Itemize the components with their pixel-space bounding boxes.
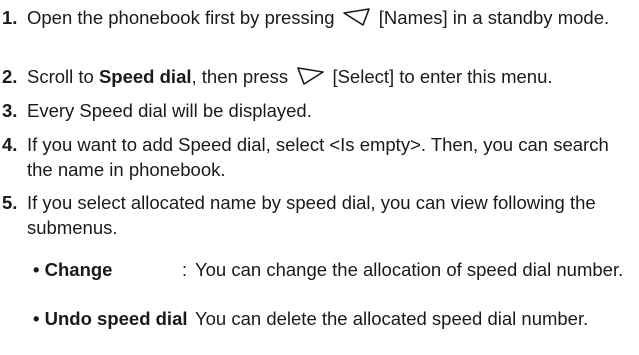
submenu-colon: : — [182, 259, 188, 280]
submenu-item-undo-speed-dial: • Undo speed dial : You can delete the a… — [33, 306, 633, 331]
step-text-part: [Select] to enter this menu. — [332, 66, 553, 87]
step-number: 4. — [2, 134, 18, 155]
submenu-term-label: Undo speed dial — [44, 308, 188, 329]
right-softkey-icon — [295, 66, 325, 86]
step-text-part: , then press — [191, 66, 289, 87]
bullet: • — [33, 259, 40, 280]
step-number: 5. — [2, 192, 18, 213]
step-1: 1. Open the phonebook first by pressing … — [0, 5, 630, 30]
step-number: 1. — [2, 7, 18, 28]
step-number: 2. — [2, 66, 18, 87]
step-text: Open the phonebook first by pressing [Na… — [27, 5, 630, 30]
step-number: 3. — [2, 100, 18, 121]
left-softkey-icon — [342, 7, 372, 27]
step-4: 4. If you want to add Speed dial, select… — [0, 132, 630, 182]
step-text-part: Scroll to — [27, 66, 94, 87]
submenu-item-change: • Change : You can change the allocation… — [33, 257, 633, 282]
submenu-description: You can delete the allocated speed dial … — [195, 308, 589, 329]
submenu-term-label: Change — [44, 259, 113, 280]
submenu-term: • Change — [33, 257, 112, 282]
step-text-part: [Names] in a standby mode. — [378, 7, 610, 28]
step-text: Every Speed dial will be displayed. — [27, 100, 312, 121]
submenu-term: • Undo speed dial — [33, 306, 188, 331]
step-text: If you select allocated name by speed di… — [27, 192, 596, 238]
submenu-colon: : — [182, 308, 188, 329]
bullet: • — [33, 308, 40, 329]
manual-page: 1. Open the phonebook first by pressing … — [0, 0, 639, 355]
submenu-description: You can change the allocation of speed d… — [195, 259, 624, 280]
step-3: 3. Every Speed dial will be displayed. — [0, 98, 630, 123]
step-text-part: Open the phonebook first by pressing — [27, 7, 335, 28]
step-5: 5. If you select allocated name by speed… — [0, 190, 630, 240]
step-2: 2. Scroll to Speed dial, then press [Sel… — [0, 64, 630, 89]
step-text: If you want to add Speed dial, select <I… — [27, 134, 609, 180]
step-text: Scroll to Speed dial, then press [Select… — [27, 64, 630, 89]
menu-name: Speed dial — [98, 66, 192, 87]
